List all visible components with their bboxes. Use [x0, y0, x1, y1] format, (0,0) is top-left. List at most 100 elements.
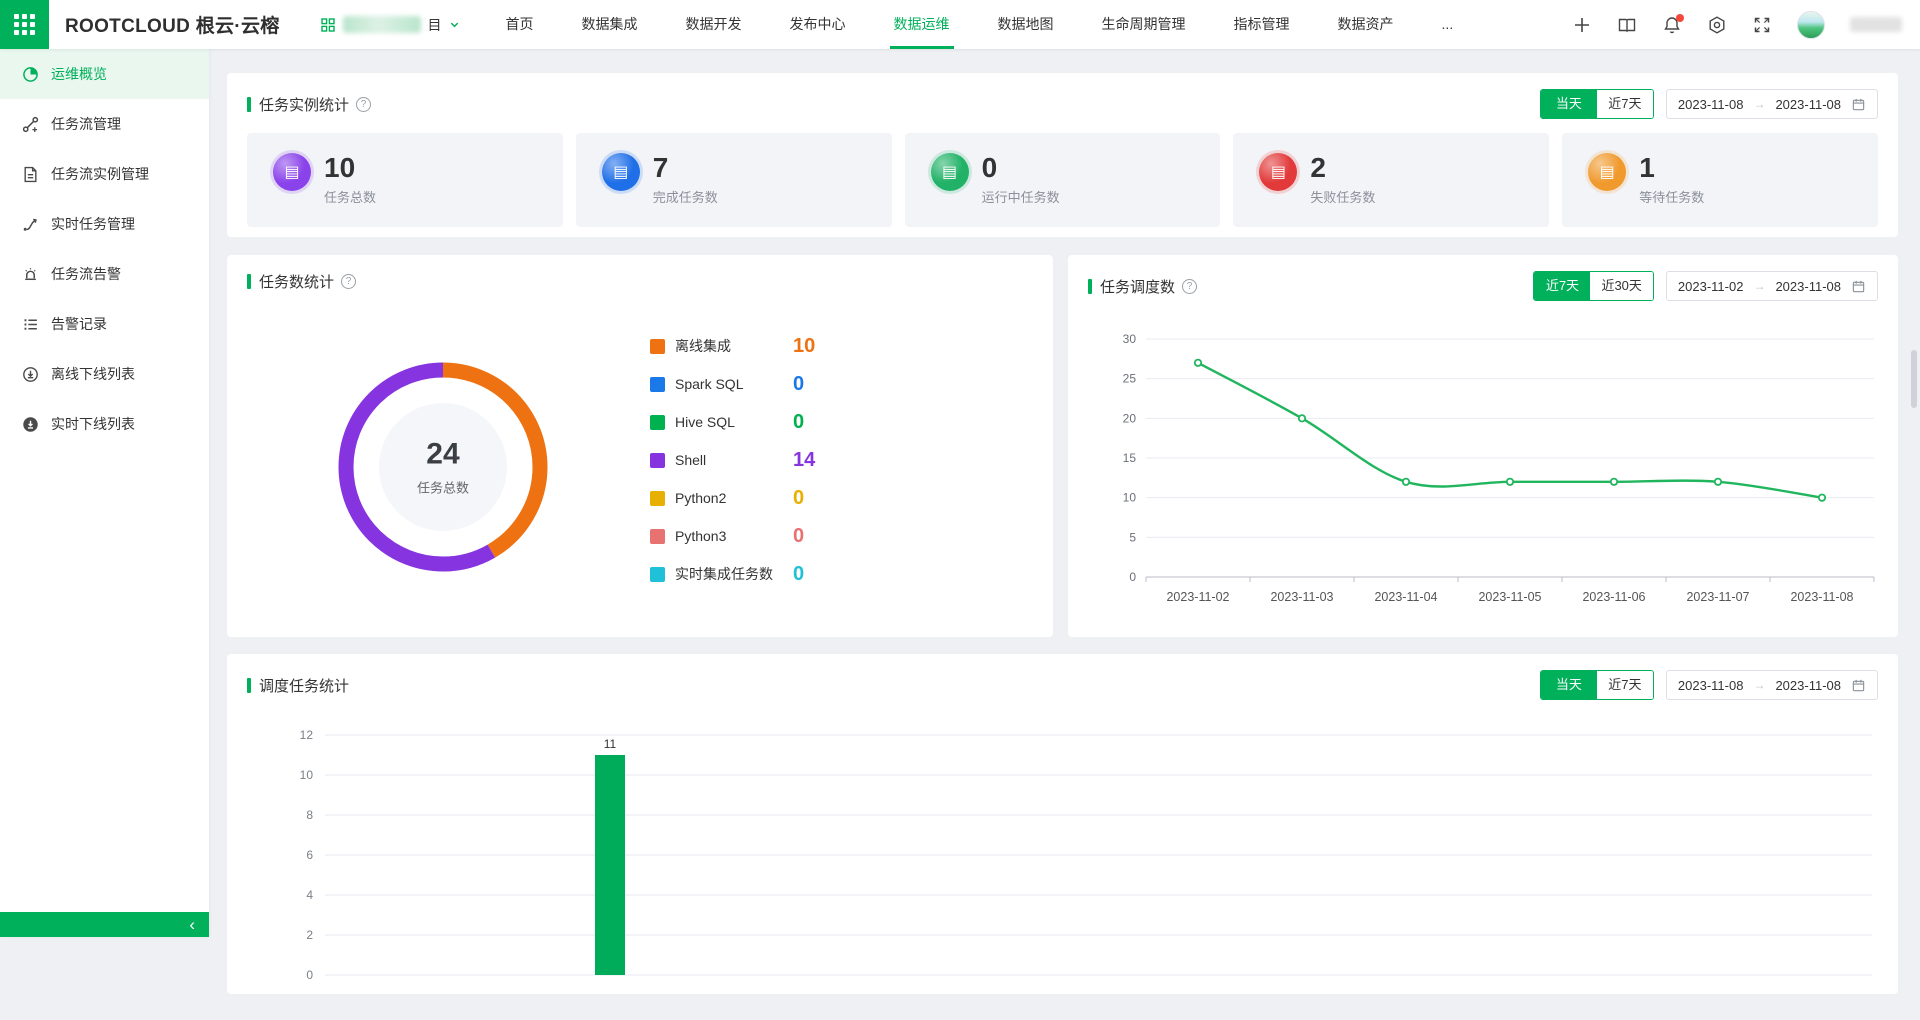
stat-label: 失败任务数 — [1310, 187, 1375, 206]
book-icon[interactable] — [1617, 15, 1637, 35]
nav-item-6[interactable]: 数据地图 — [974, 0, 1078, 49]
avatar[interactable] — [1797, 11, 1825, 39]
scrollbar-thumb[interactable] — [1911, 350, 1917, 408]
help-icon[interactable]: ? — [1182, 279, 1197, 294]
plus-icon[interactable] — [1572, 15, 1592, 35]
card-title: 任务数统计 — [259, 271, 334, 292]
sidebar-item-1[interactable]: 运维概览 — [0, 49, 209, 99]
toggle-option-7days[interactable]: 近7天 — [1597, 671, 1653, 699]
toggle-option-today[interactable]: 当天 — [1541, 90, 1597, 118]
stat-label: 运行中任务数 — [982, 187, 1060, 206]
svg-text:15: 15 — [1123, 451, 1137, 465]
clipboard-badge-icon: ▤ — [931, 153, 969, 191]
stat-value: 1 — [1639, 153, 1704, 183]
sidebar-item-8[interactable]: 实时下线列表 — [0, 399, 209, 449]
toggle-option-30days[interactable]: 近30天 — [1590, 272, 1652, 300]
date-end: 2023-11-08 — [1775, 678, 1841, 693]
legend-item[interactable]: Hive SQL0 — [650, 403, 815, 441]
nav-item-7[interactable]: 生命周期管理 — [1078, 0, 1210, 49]
svg-text:2023-11-08: 2023-11-08 — [1790, 590, 1853, 604]
svg-text:12: 12 — [300, 728, 314, 742]
clipboard-badge-icon: ▤ — [1259, 153, 1297, 191]
stat-label: 等待任务数 — [1639, 187, 1704, 206]
nav-item-10[interactable]: ... — [1418, 0, 1478, 49]
svg-text:2023-11-07: 2023-11-07 — [1686, 590, 1749, 604]
main-nav: 首页数据集成数据开发发布中心数据运维数据地图生命周期管理指标管理数据资产... — [482, 0, 1478, 49]
legend-item[interactable]: Python2 0 — [650, 479, 815, 517]
nav-item-3[interactable]: 数据开发 — [662, 0, 766, 49]
bell-icon[interactable] — [1662, 15, 1682, 35]
legend-label: Python2 — [675, 490, 787, 506]
sidebar-item-3[interactable]: 任务流实例管理 — [0, 149, 209, 199]
legend-swatch — [650, 339, 665, 354]
nav-item-8[interactable]: 指标管理 — [1210, 0, 1314, 49]
apps-grid-icon — [14, 14, 35, 35]
date-end: 2023-11-08 — [1775, 279, 1841, 294]
donut-chart: 24 任务总数 — [327, 351, 559, 583]
nav-item-2[interactable]: 数据集成 — [558, 0, 662, 49]
legend-item[interactable]: Python30 — [650, 517, 815, 555]
topbar: ROOTCLOUD 根云·云榕 目 首页数据集成数据开发发布中心数据运维数据地图… — [0, 0, 1920, 49]
sidebar-item-4[interactable]: 实时任务管理 — [0, 199, 209, 249]
toggle-option-7days[interactable]: 近7天 — [1534, 272, 1590, 300]
card-title: 任务实例统计 — [259, 94, 349, 115]
date-range-picker[interactable]: 2023-11-02 → 2023-11-08 — [1666, 271, 1878, 301]
sidebar-item-label: 任务流管理 — [51, 114, 121, 134]
legend-label: 离线集成 — [675, 336, 787, 356]
stat-label: 任务总数 — [324, 187, 376, 206]
donut-total-label: 任务总数 — [417, 478, 469, 497]
app-logo: ROOTCLOUD 根云·云榕 — [65, 11, 280, 38]
settings-icon[interactable] — [1707, 15, 1727, 35]
toggle-option-7days[interactable]: 近7天 — [1597, 90, 1653, 118]
toggle-option-today[interactable]: 当天 — [1541, 671, 1597, 699]
legend-label: Python3 — [675, 528, 787, 544]
card-title: 任务调度数 — [1100, 276, 1175, 297]
bar-chart: 12108642011 — [245, 720, 1875, 1020]
nav-item-1[interactable]: 首页 — [482, 0, 558, 49]
download-circle-filled-icon — [22, 416, 39, 433]
svg-text:2023-11-05: 2023-11-05 — [1478, 590, 1541, 604]
svg-text:10: 10 — [300, 768, 314, 782]
legend-value: 0 — [793, 487, 804, 510]
stat-box: ▤0运行中任务数 — [905, 133, 1221, 227]
nav-item-9[interactable]: 数据资产 — [1314, 0, 1418, 49]
date-range-picker[interactable]: 2023-11-08 → 2023-11-08 — [1666, 670, 1878, 700]
fullscreen-icon[interactable] — [1752, 15, 1772, 35]
legend-swatch — [650, 377, 665, 392]
legend-item[interactable]: Spark SQL0 — [650, 365, 815, 403]
nav-item-4[interactable]: 发布中心 — [766, 0, 870, 49]
legend-swatch — [650, 453, 665, 468]
apps-grid-button[interactable] — [0, 0, 49, 49]
nav-item-5[interactable]: 数据运维 — [870, 0, 974, 49]
sidebar-item-label: 任务流告警 — [51, 264, 121, 284]
sidebar-collapse-button[interactable]: ‹ — [0, 912, 209, 937]
svg-text:2: 2 — [306, 928, 313, 942]
date-range-picker[interactable]: 2023-11-08 → 2023-11-08 — [1666, 89, 1878, 119]
sidebar-item-2[interactable]: 任务流管理 — [0, 99, 209, 149]
help-icon[interactable]: ? — [356, 97, 371, 112]
svg-text:2023-11-04: 2023-11-04 — [1374, 590, 1437, 604]
legend-item[interactable]: 实时集成任务数0 — [650, 555, 815, 593]
svg-text:20: 20 — [1123, 411, 1137, 425]
date-start: 2023-11-08 — [1678, 97, 1744, 112]
help-icon[interactable]: ? — [341, 274, 356, 289]
stat-value: 7 — [653, 153, 718, 183]
project-name-suffix: 目 — [428, 15, 442, 35]
sidebar-item-5[interactable]: 任务流告警 — [0, 249, 209, 299]
stat-box: ▤2失败任务数 — [1233, 133, 1549, 227]
legend-item[interactable]: Shell14 — [650, 441, 815, 479]
notification-badge — [1676, 14, 1684, 22]
legend-item[interactable]: 离线集成10 — [650, 327, 815, 365]
svg-text:2023-11-06: 2023-11-06 — [1582, 590, 1645, 604]
sidebar-item-7[interactable]: 离线下线列表 — [0, 349, 209, 399]
chevron-left-icon: ‹ — [189, 916, 195, 933]
range-toggle: 当天 近7天 — [1540, 89, 1654, 119]
legend-swatch — [650, 491, 665, 506]
overview-pie-icon — [22, 66, 39, 83]
calendar-icon — [1851, 279, 1866, 294]
svg-text:0: 0 — [1129, 570, 1136, 584]
svg-text:4: 4 — [306, 888, 313, 902]
donut-legend: 离线集成10Spark SQL0Hive SQL0Shell14 Python2 0… — [650, 327, 815, 593]
project-selector[interactable]: 目 — [320, 15, 460, 35]
sidebar-item-6[interactable]: 告警记录 — [0, 299, 209, 349]
